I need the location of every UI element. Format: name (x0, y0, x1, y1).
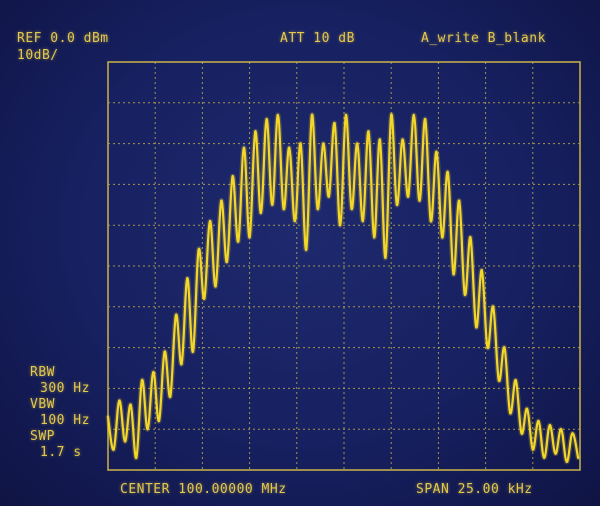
trace-point (344, 113, 347, 117)
trace-point (214, 285, 217, 288)
trace-point (548, 424, 551, 427)
trace-point (424, 118, 427, 121)
trace-point (265, 118, 268, 121)
trace-point (106, 415, 110, 419)
trace-point (503, 346, 506, 349)
trace-point (271, 203, 274, 206)
trace-point (378, 138, 381, 141)
trace-point (390, 113, 393, 117)
trace-point (231, 175, 234, 178)
trace-point (248, 236, 251, 239)
trace-point (339, 224, 342, 227)
trace-point (322, 142, 325, 145)
trace-point (203, 297, 206, 300)
trace-point (492, 305, 495, 308)
trace-point (123, 440, 127, 443)
trace-point (395, 203, 398, 206)
trace-point (367, 130, 370, 133)
sweep-value: 1.7 s (40, 445, 82, 460)
rbw-value: 300 Hz (40, 381, 90, 396)
attenuation-label: ATT 10 dB (280, 31, 355, 46)
trace-point (237, 240, 240, 243)
trace-point (140, 379, 144, 382)
trace-point (497, 379, 500, 382)
trace-point (407, 195, 410, 198)
trace-point (299, 142, 302, 145)
trace-point (384, 256, 387, 259)
trace-point (293, 220, 296, 223)
trace-point (554, 452, 557, 455)
trace-point (475, 326, 478, 329)
trace-mode-label: A_write B_blank (421, 31, 546, 46)
trace-point (242, 146, 245, 149)
trace-point (401, 138, 404, 141)
trace-point (526, 407, 529, 410)
trace-point (356, 142, 359, 145)
trace-point (435, 150, 438, 153)
trace-point (157, 419, 161, 423)
analyzer-screen: REF 0.0 dBm 10dB/ ATT 10 dB A_write B_bl… (0, 0, 600, 506)
trace-point (571, 432, 574, 435)
trace-point (310, 113, 313, 117)
trace-point (191, 350, 195, 353)
trace-point (220, 199, 223, 202)
trace-point (514, 379, 517, 382)
sweep-label: SWP (30, 429, 55, 444)
trace-point (577, 456, 580, 459)
vbw-label: VBW (30, 397, 55, 412)
trace-layer (105, 112, 581, 465)
trace-point (197, 248, 200, 251)
trace-point (254, 130, 257, 133)
trace-point (327, 195, 330, 198)
rbw-label: RBW (30, 365, 55, 380)
trace-point (520, 432, 523, 435)
trace-point (509, 411, 512, 414)
trace-point (458, 199, 461, 202)
trace-point (469, 236, 472, 239)
scale-label: 10dB/ (17, 48, 59, 63)
trace-point (418, 199, 421, 202)
trace-point (146, 428, 149, 431)
trace-point (305, 248, 308, 251)
trace-point (412, 113, 415, 117)
trace-point (135, 456, 138, 459)
trace-point (169, 395, 172, 398)
trace-point (537, 419, 540, 423)
trace-point (316, 207, 319, 210)
trace-point (276, 113, 279, 117)
trace-point (180, 362, 183, 365)
trace-point (208, 220, 212, 223)
trace-point (446, 171, 449, 174)
trace-point (565, 460, 568, 463)
trace-point (288, 146, 291, 149)
trace-point (373, 236, 376, 239)
trace-point (186, 277, 189, 280)
spectrum-plot (105, 61, 581, 471)
trace-point (259, 211, 262, 215)
trace-point (350, 207, 353, 210)
trace-point (129, 403, 132, 406)
vbw-value: 100 Hz (40, 413, 90, 428)
trace-point (152, 371, 155, 374)
trace-point (560, 428, 563, 431)
trace-point (225, 260, 228, 263)
trace-point (452, 273, 455, 276)
center-frequency-label: CENTER 100.00000 MHz (120, 482, 287, 497)
trace-point (282, 207, 285, 210)
trace-point (543, 456, 546, 459)
trace-point (333, 122, 336, 125)
trace-point (531, 448, 534, 451)
trace-point (486, 346, 489, 349)
trace-point (112, 448, 115, 451)
trace-point (163, 350, 166, 353)
trace-point (429, 220, 432, 223)
span-label: SPAN 25.00 kHz (416, 482, 533, 497)
trace-point (441, 236, 444, 239)
trace-point (361, 220, 364, 223)
trace-point (174, 313, 178, 317)
trace-point (118, 399, 121, 402)
trace-point (480, 269, 483, 272)
trace-point (463, 293, 466, 296)
reference-level-label: REF 0.0 dBm (17, 31, 109, 46)
